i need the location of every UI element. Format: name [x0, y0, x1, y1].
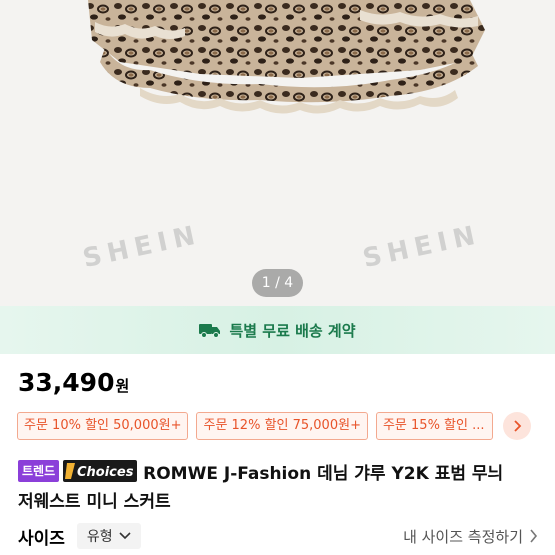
price-unit: 원: [115, 377, 130, 395]
image-page-indicator: 1 / 4: [252, 269, 303, 297]
measure-my-size-link[interactable]: 내 사이즈 측정하기: [403, 526, 538, 547]
chevron-down-icon: [119, 532, 131, 540]
chevron-right-icon: [514, 420, 522, 432]
measure-my-size-label: 내 사이즈 측정하기: [403, 527, 523, 546]
trend-badge: 트렌드: [18, 460, 60, 482]
size-type-dropdown[interactable]: 유형: [76, 523, 141, 549]
price-value: 33,490: [18, 368, 115, 397]
free-shipping-banner[interactable]: 특별 무료 배송 계약: [0, 306, 555, 354]
product-title: 트렌드 Choices ROMWE J-Fashion 데님 갸루 Y2K 표범…: [18, 458, 548, 512]
coupon-more-button[interactable]: [502, 412, 531, 440]
product-image-carousel[interactable]: SHEIN SHEIN 1 / 4: [0, 0, 555, 306]
title-line-1: ROMWE J-Fashion 데님 갸루 Y2K 표범 무늬: [143, 463, 504, 484]
choices-badge: Choices: [63, 460, 138, 482]
truck-icon: [199, 324, 221, 338]
chevron-right-icon: [530, 529, 538, 543]
product-photo: [88, 0, 485, 114]
coupon-12-percent[interactable]: 주문 12% 할인 75,000원+: [196, 412, 368, 440]
shein-watermark: SHEIN: [360, 219, 484, 275]
coupon-list: 주문 10% 할인 50,000원+ 주문 12% 할인 75,000원+ 주문…: [17, 412, 531, 440]
coupon-10-percent[interactable]: 주문 10% 할인 50,000원+: [17, 412, 189, 440]
size-label: 사이즈: [18, 528, 65, 549]
title-line-2: 저웨스트 미니 스커트: [18, 492, 171, 512]
coupon-15-percent[interactable]: 주문 15% 할인 ...: [375, 412, 493, 440]
choices-badge-text: Choices: [77, 465, 134, 480]
size-row: 사이즈 유형 내 사이즈 측정하기: [18, 522, 538, 550]
price: 33,490 원: [18, 368, 129, 397]
shein-watermark: SHEIN: [80, 219, 204, 275]
size-type-value: 유형: [86, 529, 113, 545]
shipping-text: 특별 무료 배송 계약: [229, 321, 356, 340]
